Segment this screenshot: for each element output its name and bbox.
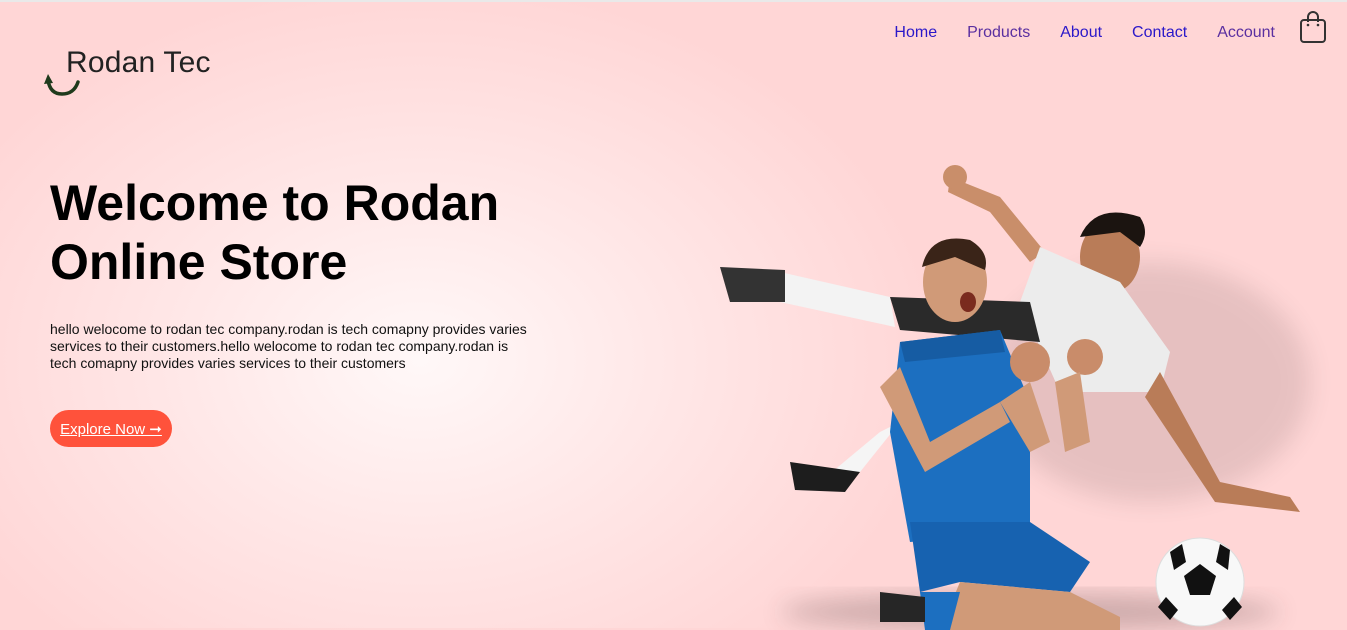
football: [1155, 537, 1245, 627]
hero-title-line1: Welcome to Rodan: [50, 175, 500, 231]
brand-name: Rodan Tec: [66, 46, 211, 79]
nav-contact-link[interactable]: Contact: [1132, 24, 1187, 42]
nav-products-link[interactable]: Products: [967, 24, 1030, 42]
shopping-bag-icon[interactable]: [1299, 10, 1327, 44]
football-players-illustration: [720, 165, 1310, 630]
explore-now-button[interactable]: Explore Now ➞: [50, 410, 172, 447]
nav-account-link[interactable]: Account: [1217, 24, 1275, 42]
brand-logo[interactable]: Rodan Tec: [44, 46, 244, 106]
hero-description: hello welocome to rodan tec company.roda…: [50, 321, 527, 371]
main-nav: Home Products About Contact Account: [864, 24, 1275, 42]
nav-home-link[interactable]: Home: [894, 24, 937, 42]
nav-about-link[interactable]: About: [1060, 24, 1102, 42]
hero-title-line2: Online Store: [50, 234, 348, 290]
hero-title: Welcome to Rodan Online Store: [50, 174, 610, 292]
